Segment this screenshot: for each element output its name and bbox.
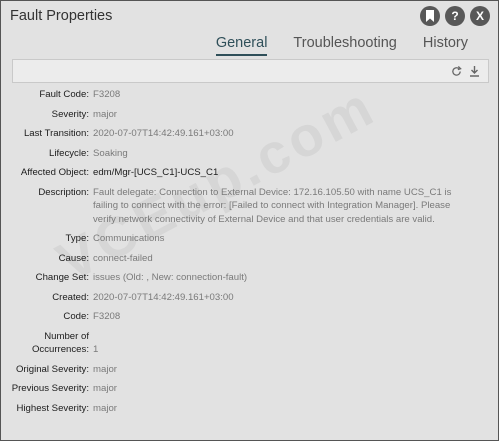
prop-original-severity: Original Severity: major: [1, 363, 499, 377]
prop-label: Lifecycle:: [49, 147, 89, 159]
prop-value: Soaking: [93, 147, 128, 159]
header-icons: ? X: [420, 6, 490, 26]
toolbar: [12, 59, 489, 83]
prop-description: Description: Fault delegate: Connection …: [1, 186, 499, 227]
prop-label: Highest Severity:: [16, 402, 89, 414]
prop-label: Code:: [63, 311, 89, 322]
tab-bar: General Troubleshooting History: [215, 35, 468, 56]
prop-label: Description:: [38, 186, 89, 198]
tab-history[interactable]: History: [423, 35, 468, 56]
prop-value: F3208: [93, 89, 121, 100]
prop-fault-code: Fault Code: F3208: [1, 88, 499, 102]
prop-value: 2020-07-07T14:42:49.161+03:00: [93, 128, 234, 139]
fault-properties-dialog: VCEup.com Fault Properties ? X General T…: [0, 0, 499, 441]
prop-affected-object: Affected Object: edm/Mgr-[UCS_C1]-UCS_C1: [1, 166, 499, 180]
prop-lifecycle: Lifecycle: Soaking: [1, 147, 499, 161]
prop-value: 2020-07-07T14:42:49.161+03:00: [93, 291, 234, 303]
prop-severity: Severity: major: [1, 108, 499, 122]
prop-label: Number of Occurrences:: [31, 330, 89, 356]
prop-label: Created:: [52, 291, 89, 303]
prop-label: Change Set:: [35, 272, 89, 283]
prop-label: Previous Severity:: [11, 383, 89, 394]
tab-general[interactable]: General: [215, 35, 268, 56]
properties-list: Fault Code: F3208 Severity: major Last T…: [1, 88, 499, 421]
tab-troubleshooting[interactable]: Troubleshooting: [293, 35, 396, 56]
prop-previous-severity: Previous Severity: major: [1, 382, 499, 396]
bookmark-icon[interactable]: [420, 6, 440, 26]
prop-label: Affected Object:: [20, 167, 89, 178]
prop-value: 1: [93, 344, 99, 355]
prop-type: Type: Communications: [1, 232, 499, 246]
download-icon[interactable]: [468, 64, 480, 78]
prop-value: major: [93, 383, 117, 394]
prop-value: edm/Mgr-[UCS_C1]-UCS_C1: [93, 167, 219, 178]
prop-label: Cause:: [58, 252, 89, 264]
prop-value: major: [93, 108, 117, 120]
prop-code: Code: F3208: [1, 310, 499, 324]
prop-value: major: [93, 402, 117, 414]
help-icon[interactable]: ?: [445, 6, 465, 26]
prop-cause: Cause: connect-failed: [1, 252, 499, 266]
prop-last-transition: Last Transition: 2020-07-07T14:42:49.161…: [1, 127, 499, 141]
prop-occurrences: Number of Occurrences: 1: [1, 330, 499, 357]
prop-label: Severity:: [51, 108, 89, 120]
prop-label: Fault Code:: [39, 89, 89, 100]
prop-label: Last Transition:: [23, 128, 89, 139]
prop-value: connect-failed: [93, 252, 153, 264]
dialog-title: Fault Properties: [10, 8, 113, 24]
prop-label: Original Severity:: [15, 363, 89, 375]
prop-change-set: Change Set: issues (Old: , New: connecti…: [1, 271, 499, 285]
prop-highest-severity: Highest Severity: major: [1, 402, 499, 416]
prop-created: Created: 2020-07-07T14:42:49.161+03:00: [1, 291, 499, 305]
prop-label: Type:: [65, 233, 89, 244]
prop-value: Fault delegate: Connection to External D…: [93, 186, 452, 225]
prop-value: issues (Old: , New: connection-fault): [93, 272, 248, 283]
close-icon[interactable]: X: [470, 6, 490, 26]
prop-value: major: [93, 363, 117, 375]
prop-value: Communications: [93, 233, 165, 244]
refresh-icon[interactable]: [450, 64, 462, 78]
prop-value: F3208: [93, 311, 121, 322]
